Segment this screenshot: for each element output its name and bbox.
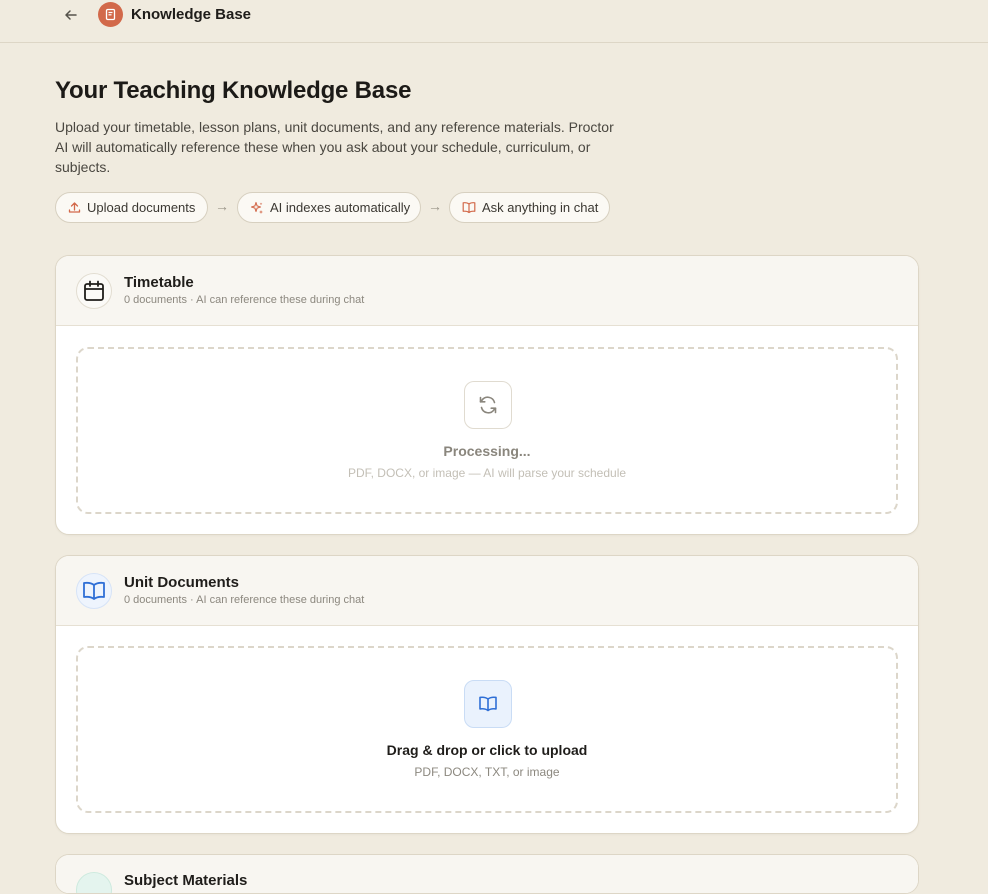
back-button[interactable] bbox=[60, 4, 82, 26]
timetable-dropzone[interactable]: Processing... PDF, DOCX, or image — AI w… bbox=[76, 347, 898, 514]
top-bar: Knowledge Base bbox=[0, 0, 988, 43]
step-label: Ask anything in chat bbox=[482, 200, 599, 215]
arrow-left-icon bbox=[65, 10, 77, 20]
step-ai-indexes[interactable]: AI indexes automatically bbox=[237, 192, 421, 223]
page-description: Upload your timetable, lesson plans, uni… bbox=[55, 119, 614, 175]
section-icon bbox=[76, 573, 112, 609]
step-label: Upload documents bbox=[87, 200, 196, 215]
dropzone-title: Drag & drop or click to upload bbox=[386, 742, 588, 758]
upload-icon bbox=[68, 202, 81, 213]
refresh-icon bbox=[479, 396, 497, 414]
book-icon bbox=[105, 8, 116, 21]
layers-icon bbox=[76, 872, 112, 893]
section-title: Timetable bbox=[124, 274, 194, 291]
book-open-icon bbox=[83, 581, 105, 600]
book-open-icon bbox=[479, 696, 497, 712]
section-subtitle: 0 documents · AI can reference these dur… bbox=[124, 594, 365, 606]
subject-materials-section: Subject Materials bbox=[55, 854, 919, 894]
app-logo bbox=[98, 2, 123, 27]
dropzone-hint: PDF, DOCX, TXT, or image bbox=[414, 765, 560, 779]
section-icon bbox=[76, 273, 112, 309]
app-title: Knowledge Base bbox=[131, 6, 252, 23]
dropzone-icon bbox=[464, 680, 512, 728]
step-ask-in-chat[interactable]: Ask anything in chat bbox=[449, 192, 610, 223]
step-arrow: → bbox=[215, 198, 229, 214]
section-title: Subject Materials bbox=[124, 872, 248, 889]
section-title: Unit Documents bbox=[124, 574, 240, 591]
step-arrow: → bbox=[428, 198, 442, 214]
unit-documents-section: Unit Documents 0 documents · AI can refe… bbox=[55, 555, 919, 834]
sparkles-icon bbox=[250, 201, 263, 214]
calendar-icon bbox=[84, 280, 104, 301]
step-label: AI indexes automatically bbox=[270, 200, 411, 215]
section-header: Unit Documents 0 documents · AI can refe… bbox=[56, 556, 918, 626]
step-upload-documents[interactable]: Upload documents bbox=[55, 192, 208, 223]
dropzone-title: Processing... bbox=[443, 443, 531, 459]
section-header: Timetable 0 documents · AI can reference… bbox=[56, 256, 918, 326]
dropzone-hint: PDF, DOCX, or image — AI will parse your… bbox=[347, 466, 627, 480]
timetable-section: Timetable 0 documents · AI can reference… bbox=[55, 255, 919, 535]
page-title: Your Teaching Knowledge Base bbox=[55, 77, 412, 104]
dropzone-icon bbox=[464, 381, 512, 429]
unit-documents-dropzone[interactable]: Drag & drop or click to upload PDF, DOCX… bbox=[76, 646, 898, 813]
section-subtitle: 0 documents · AI can reference these dur… bbox=[124, 294, 365, 306]
section-header: Subject Materials bbox=[56, 855, 918, 893]
book-open-icon bbox=[462, 202, 476, 214]
